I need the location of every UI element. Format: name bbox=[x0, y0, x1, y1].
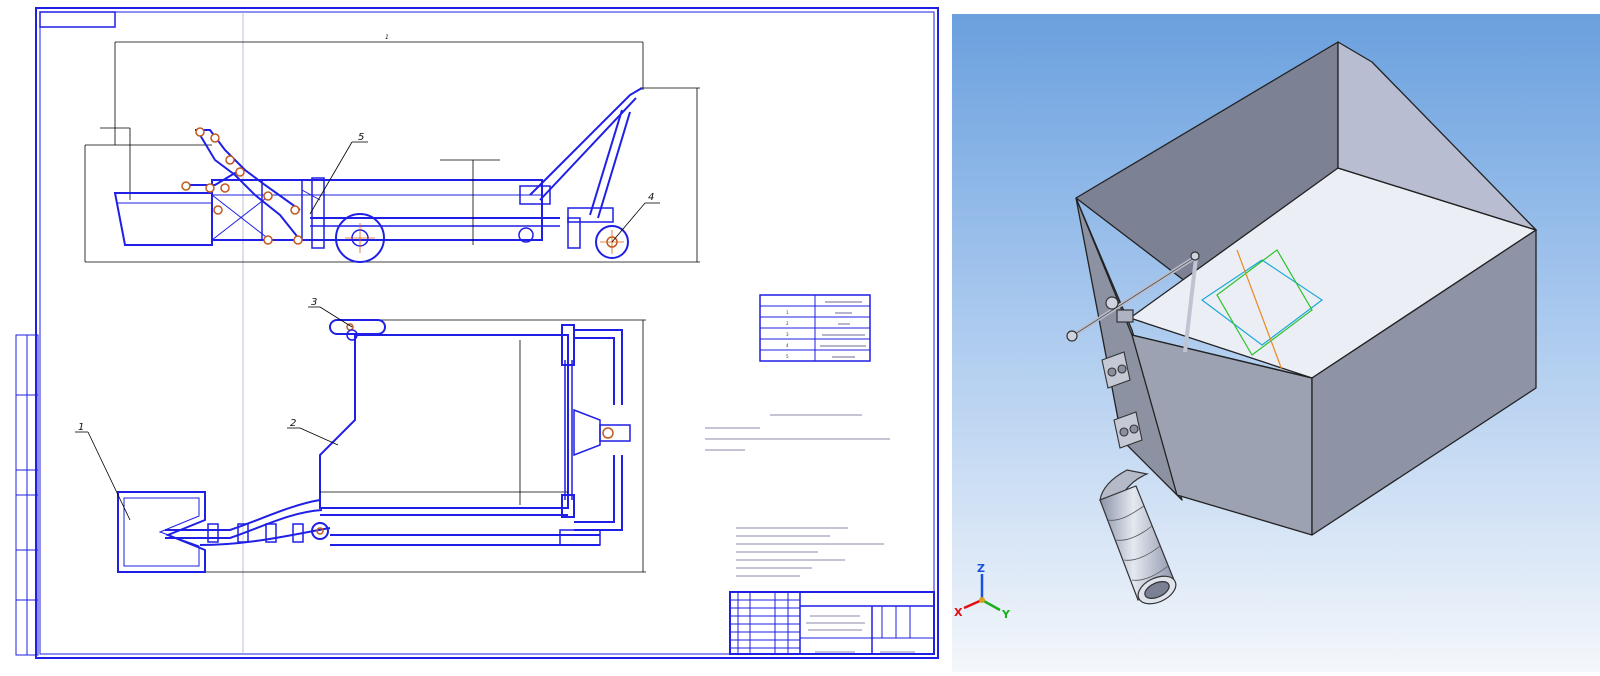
3d-model-canvas[interactable]: Z X Y bbox=[952, 0, 1600, 672]
callout-3: 3 bbox=[311, 297, 317, 308]
callout-2: 2 bbox=[290, 418, 296, 429]
svg-text:2: 2 bbox=[786, 321, 789, 326]
tech-characteristics bbox=[705, 414, 890, 451]
axis-y-label: Y bbox=[1001, 608, 1011, 621]
callout-1: 1 bbox=[78, 422, 84, 433]
title-block bbox=[729, 591, 935, 655]
axis-z-label: Z bbox=[977, 562, 985, 575]
notes-block bbox=[736, 527, 884, 577]
spec-table: 1 2 3 4 5 bbox=[759, 294, 871, 362]
side-view: 1 5 4 bbox=[84, 34, 700, 263]
svg-text:1: 1 bbox=[786, 310, 789, 315]
svg-text:1: 1 bbox=[385, 34, 389, 41]
axis-x-label: X bbox=[954, 606, 963, 619]
svg-text:5: 5 bbox=[786, 354, 789, 359]
svg-text:4: 4 bbox=[786, 343, 789, 348]
drawing-sheet: 1 5 4 1 2 3 1 2 3 4 5 bbox=[15, 7, 939, 659]
engineering-drawing: 1 5 4 1 2 3 1 2 3 4 5 bbox=[0, 0, 950, 672]
callout-4: 4 bbox=[648, 192, 654, 203]
svg-text:3: 3 bbox=[786, 332, 789, 337]
callout-5: 5 bbox=[358, 132, 364, 143]
top-view: 1 2 3 bbox=[75, 297, 646, 573]
format-label-box bbox=[39, 11, 116, 28]
3d-viewport[interactable]: Z X Y bbox=[952, 0, 1600, 672]
